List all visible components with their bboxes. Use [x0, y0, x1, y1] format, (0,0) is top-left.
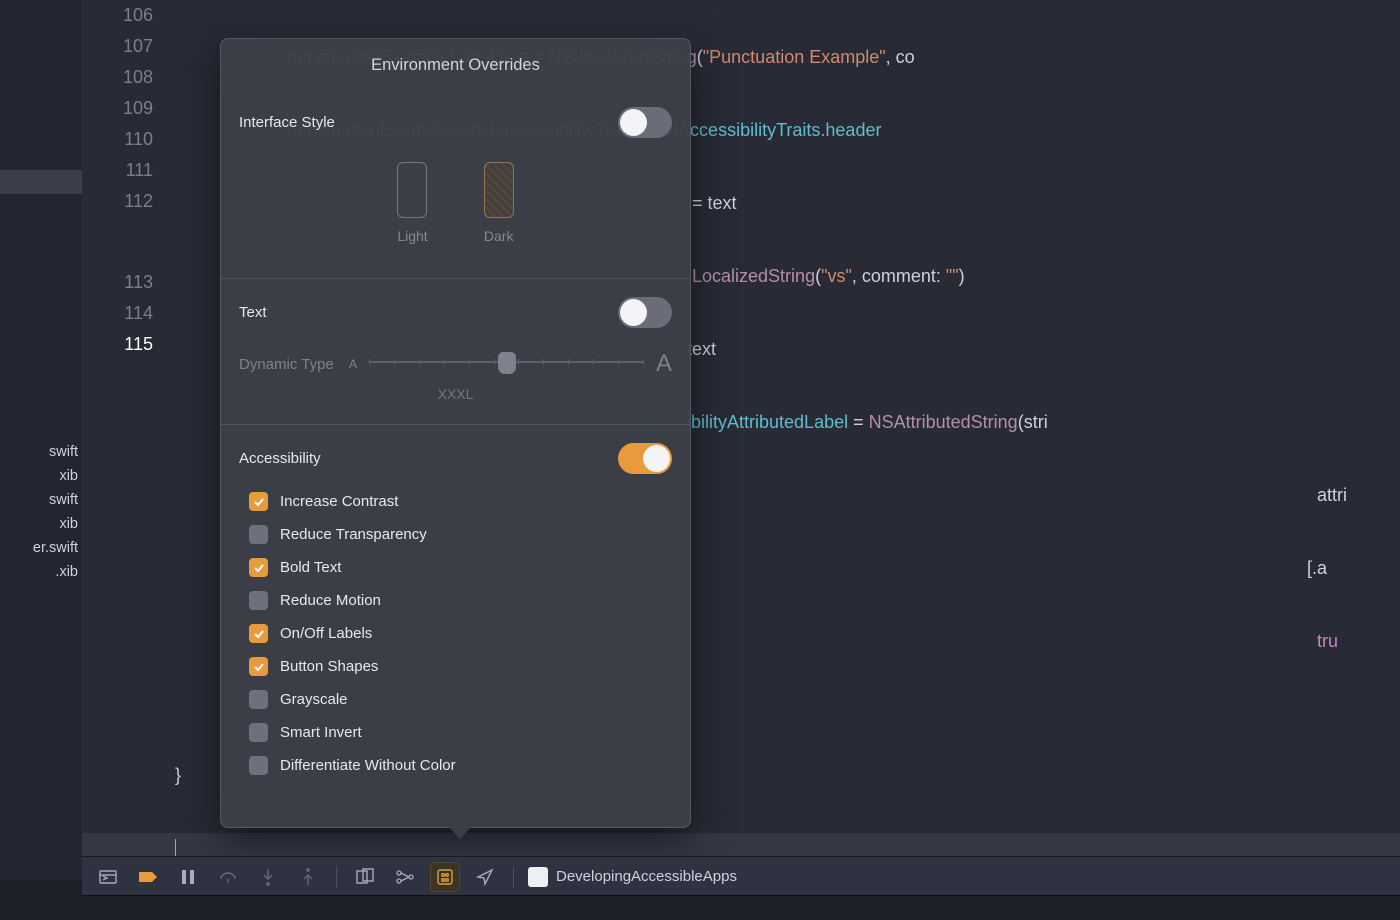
debug-target-chip[interactable]: DevelopingAccessibleApps — [528, 867, 737, 887]
accessibility-option[interactable]: Grayscale — [249, 690, 672, 709]
checkbox[interactable] — [249, 657, 268, 676]
accessibility-option[interactable]: Differentiate Without Color — [249, 756, 672, 775]
accessibility-option[interactable]: On/Off Labels — [249, 624, 672, 643]
dynamic-type-slider[interactable] — [369, 351, 644, 377]
step-out-icon[interactable] — [294, 863, 322, 891]
checkbox[interactable] — [249, 525, 268, 544]
debug-bar: DevelopingAccessibleApps — [82, 856, 1400, 896]
accessibility-label: Accessibility — [239, 450, 321, 467]
option-label: Smart Invert — [280, 724, 362, 741]
file-item[interactable]: .xib — [0, 560, 82, 584]
file-item[interactable]: swift — [0, 488, 82, 512]
interface-style-toggle[interactable] — [618, 107, 672, 138]
accessibility-option[interactable]: Button Shapes — [249, 657, 672, 676]
option-label: Reduce Transparency — [280, 526, 427, 543]
appearance-light-option[interactable]: Light — [397, 162, 427, 244]
slider-thumb[interactable] — [498, 352, 516, 374]
option-label: Bold Text — [280, 559, 341, 576]
location-icon[interactable] — [471, 863, 499, 891]
text-label: Text — [239, 304, 267, 321]
checkbox[interactable] — [249, 492, 268, 511]
breakpoint-icon[interactable] — [134, 863, 162, 891]
dynamic-type-label: Dynamic Type — [239, 356, 337, 373]
option-label: Grayscale — [280, 691, 348, 708]
phone-light-icon — [397, 162, 427, 218]
file-list[interactable]: swift xib swift xib er.swift .xib — [0, 440, 82, 584]
checkbox[interactable] — [249, 756, 268, 775]
checkbox[interactable] — [249, 558, 268, 577]
file-item[interactable]: er.swift — [0, 536, 82, 560]
accessibility-option[interactable]: Reduce Motion — [249, 591, 672, 610]
interface-style-label: Interface Style — [239, 114, 335, 131]
small-text-icon: A — [349, 357, 357, 371]
file-item[interactable]: xib — [0, 512, 82, 536]
accessibility-section: Accessibility Increase Contrast Reduce Tr… — [221, 425, 690, 797]
step-over-icon[interactable] — [214, 863, 242, 891]
accessibility-option[interactable]: Bold Text — [249, 558, 672, 577]
accessibility-toggle[interactable] — [618, 443, 672, 474]
checkbox[interactable] — [249, 723, 268, 742]
file-item[interactable]: swift — [0, 440, 82, 464]
popover-title: Environment Overrides — [221, 39, 690, 89]
large-text-icon: A — [656, 350, 672, 378]
text-toggle[interactable] — [618, 297, 672, 328]
checkbox[interactable] — [249, 690, 268, 709]
memory-graph-icon[interactable] — [391, 863, 419, 891]
accessibility-option[interactable]: Reduce Transparency — [249, 525, 672, 544]
option-label: Reduce Motion — [280, 592, 381, 609]
option-label: Increase Contrast — [280, 493, 398, 510]
accessibility-option[interactable]: Increase Contrast — [249, 492, 672, 511]
option-label: Button Shapes — [280, 658, 378, 675]
view-debugger-icon[interactable] — [351, 863, 379, 891]
app-icon — [528, 867, 548, 887]
phone-dark-icon — [484, 162, 514, 218]
appearance-dark-option[interactable]: Dark — [484, 162, 514, 244]
console-drawer-icon[interactable] — [94, 863, 122, 891]
pause-icon[interactable] — [174, 863, 202, 891]
environment-overrides-icon[interactable] — [431, 863, 459, 891]
project-navigator[interactable]: swift xib swift xib er.swift .xib — [0, 0, 82, 880]
dynamic-type-value: XXXL — [239, 386, 672, 402]
navigator-selection — [0, 170, 82, 194]
step-into-icon[interactable] — [254, 863, 282, 891]
checkbox[interactable] — [249, 591, 268, 610]
option-label: Differentiate Without Color — [280, 757, 456, 774]
checkbox[interactable] — [249, 624, 268, 643]
environment-overrides-popover: Environment Overrides Interface Style Li… — [220, 38, 691, 828]
option-label: On/Off Labels — [280, 625, 372, 642]
interface-style-section: Interface Style Light Dark — [221, 89, 690, 279]
file-item[interactable]: xib — [0, 464, 82, 488]
text-section: Text Dynamic Type A A XXXL — [221, 279, 690, 425]
accessibility-option[interactable]: Smart Invert — [249, 723, 672, 742]
line-gutter: 106 107 108 109 110 111 112 113 114 115 — [82, 0, 167, 360]
